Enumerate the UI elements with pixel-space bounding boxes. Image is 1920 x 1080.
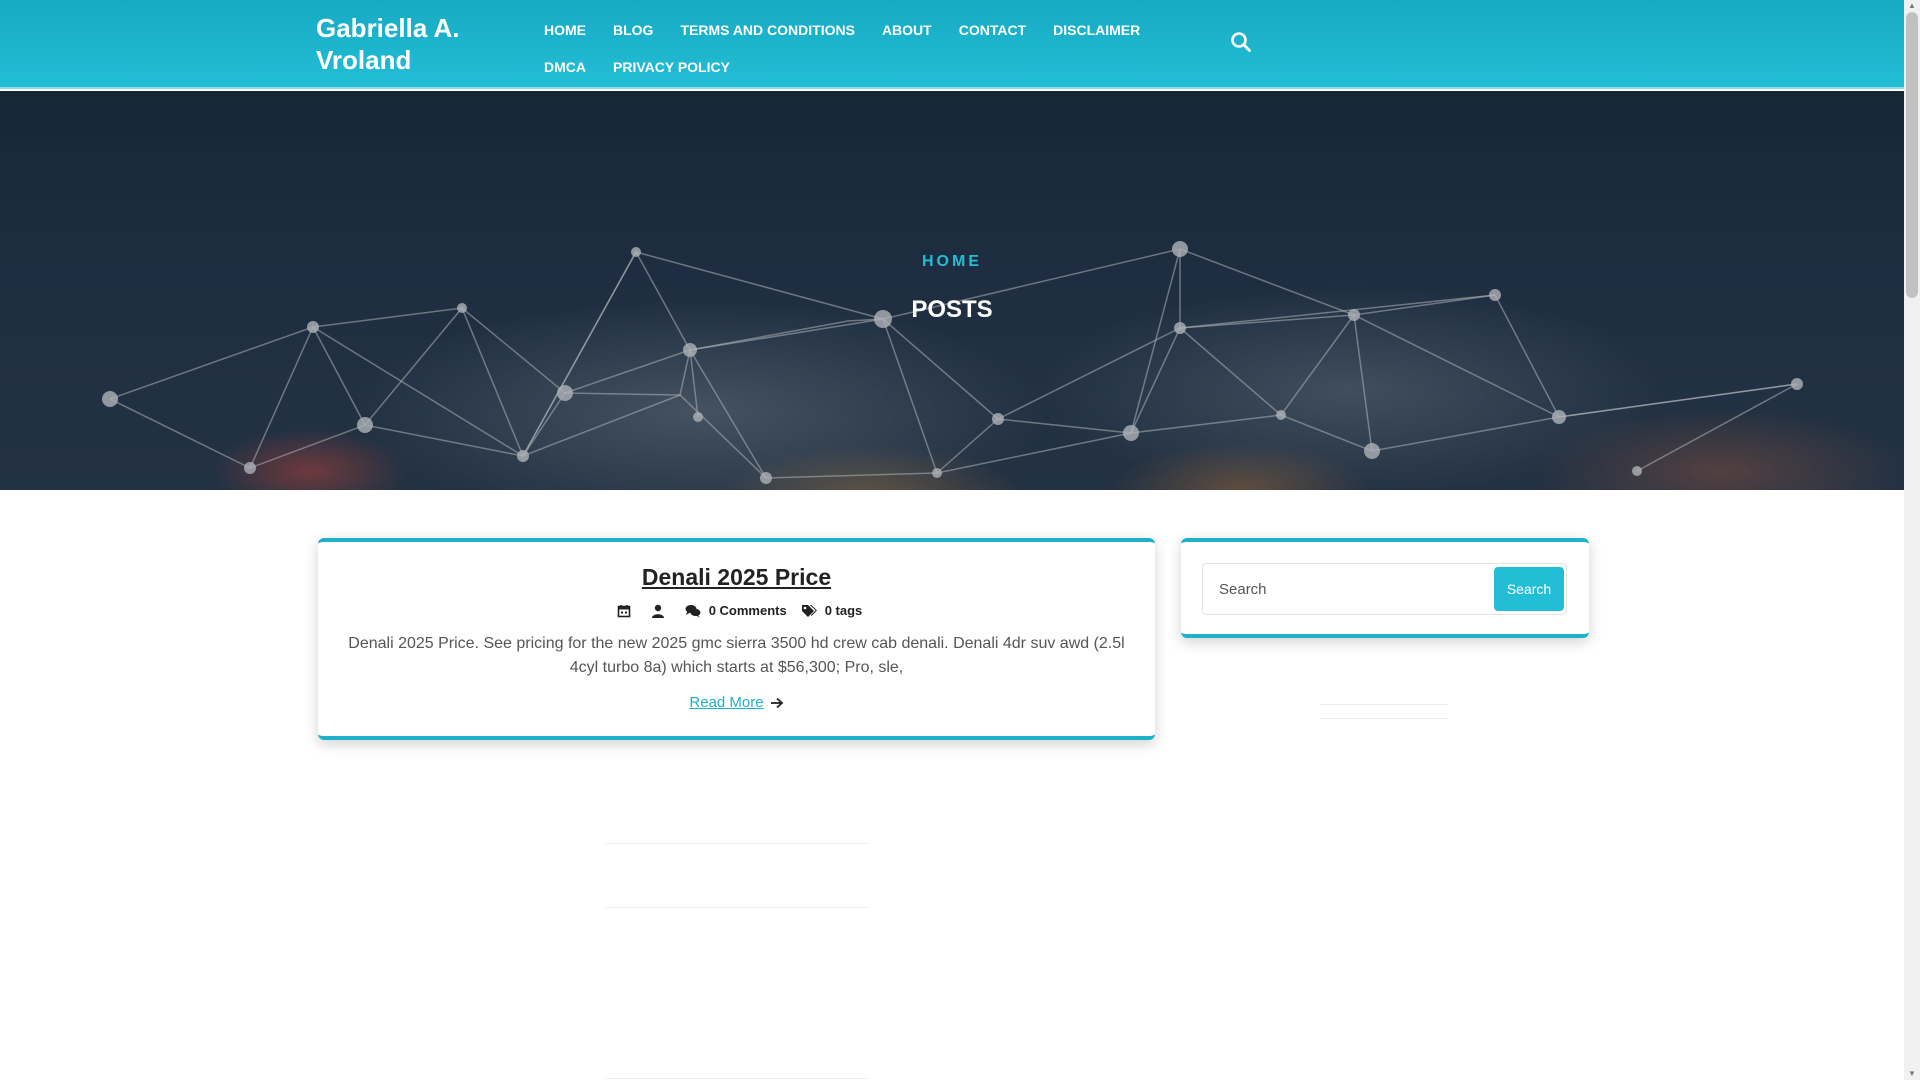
- hero-overlay: [0, 91, 1904, 490]
- calendar-icon: [617, 604, 631, 618]
- ghost-divider: [1320, 718, 1448, 719]
- site-title[interactable]: Gabriella A. Vroland: [316, 12, 506, 76]
- nav-item-home[interactable]: HOME: [532, 22, 598, 38]
- search-button[interactable]: Search: [1494, 567, 1564, 611]
- comments-icon: [685, 604, 701, 618]
- sidebar-search-widget: Search: [1181, 538, 1589, 638]
- comments-count[interactable]: 0 Comments: [709, 603, 787, 618]
- ghost-divider: [606, 843, 868, 844]
- nav-item-about[interactable]: ABOUT: [870, 22, 944, 38]
- page-title: POSTS: [911, 296, 993, 323]
- nav-item-dmca[interactable]: DMCA: [532, 59, 598, 75]
- ghost-divider: [606, 1078, 868, 1079]
- post-card: Denali 2025 Price 0 Comments 0 tags Dena…: [318, 538, 1155, 740]
- hero-banner: HOME POSTS: [0, 91, 1904, 490]
- site-header: Gabriella A. Vroland HOME BLOG TERMS AND…: [0, 0, 1904, 89]
- post-excerpt: Denali 2025 Price. See pricing for the n…: [348, 635, 1125, 676]
- tags-icon: [801, 604, 817, 618]
- scroll-up-arrow[interactable]: ▲: [1904, 0, 1920, 12]
- ghost-divider: [1320, 704, 1448, 705]
- search-icon[interactable]: [1230, 31, 1252, 53]
- nav-row-1: HOME BLOG TERMS AND CONDITIONS ABOUT CON…: [532, 11, 1152, 48]
- read-more-label: Read More: [689, 694, 764, 711]
- scrollbar-thumb[interactable]: [1906, 12, 1918, 298]
- nav-item-contact[interactable]: CONTACT: [947, 22, 1038, 38]
- read-more-link[interactable]: Read More: [689, 694, 783, 711]
- nav-item-blog[interactable]: BLOG: [601, 22, 665, 38]
- arrow-right-icon: [770, 697, 783, 708]
- scroll-down-arrow[interactable]: ▼: [1904, 1068, 1920, 1080]
- nav-item-disclaimer[interactable]: DISCLAIMER: [1041, 22, 1152, 38]
- ghost-divider: [606, 907, 868, 908]
- breadcrumb[interactable]: HOME: [0, 253, 1904, 271]
- nav-item-privacy-policy[interactable]: PRIVACY POLICY: [601, 59, 742, 75]
- post-title-link[interactable]: Denali 2025 Price: [318, 564, 1155, 591]
- nav-item-terms[interactable]: TERMS AND CONDITIONS: [668, 22, 866, 38]
- main-nav: HOME BLOG TERMS AND CONDITIONS ABOUT CON…: [532, 11, 1152, 85]
- post-meta: 0 Comments 0 tags: [318, 603, 1155, 618]
- user-icon[interactable]: [651, 604, 665, 618]
- tags-count: 0 tags: [824, 603, 863, 618]
- nav-row-2: DMCA PRIVACY POLICY: [532, 48, 1152, 85]
